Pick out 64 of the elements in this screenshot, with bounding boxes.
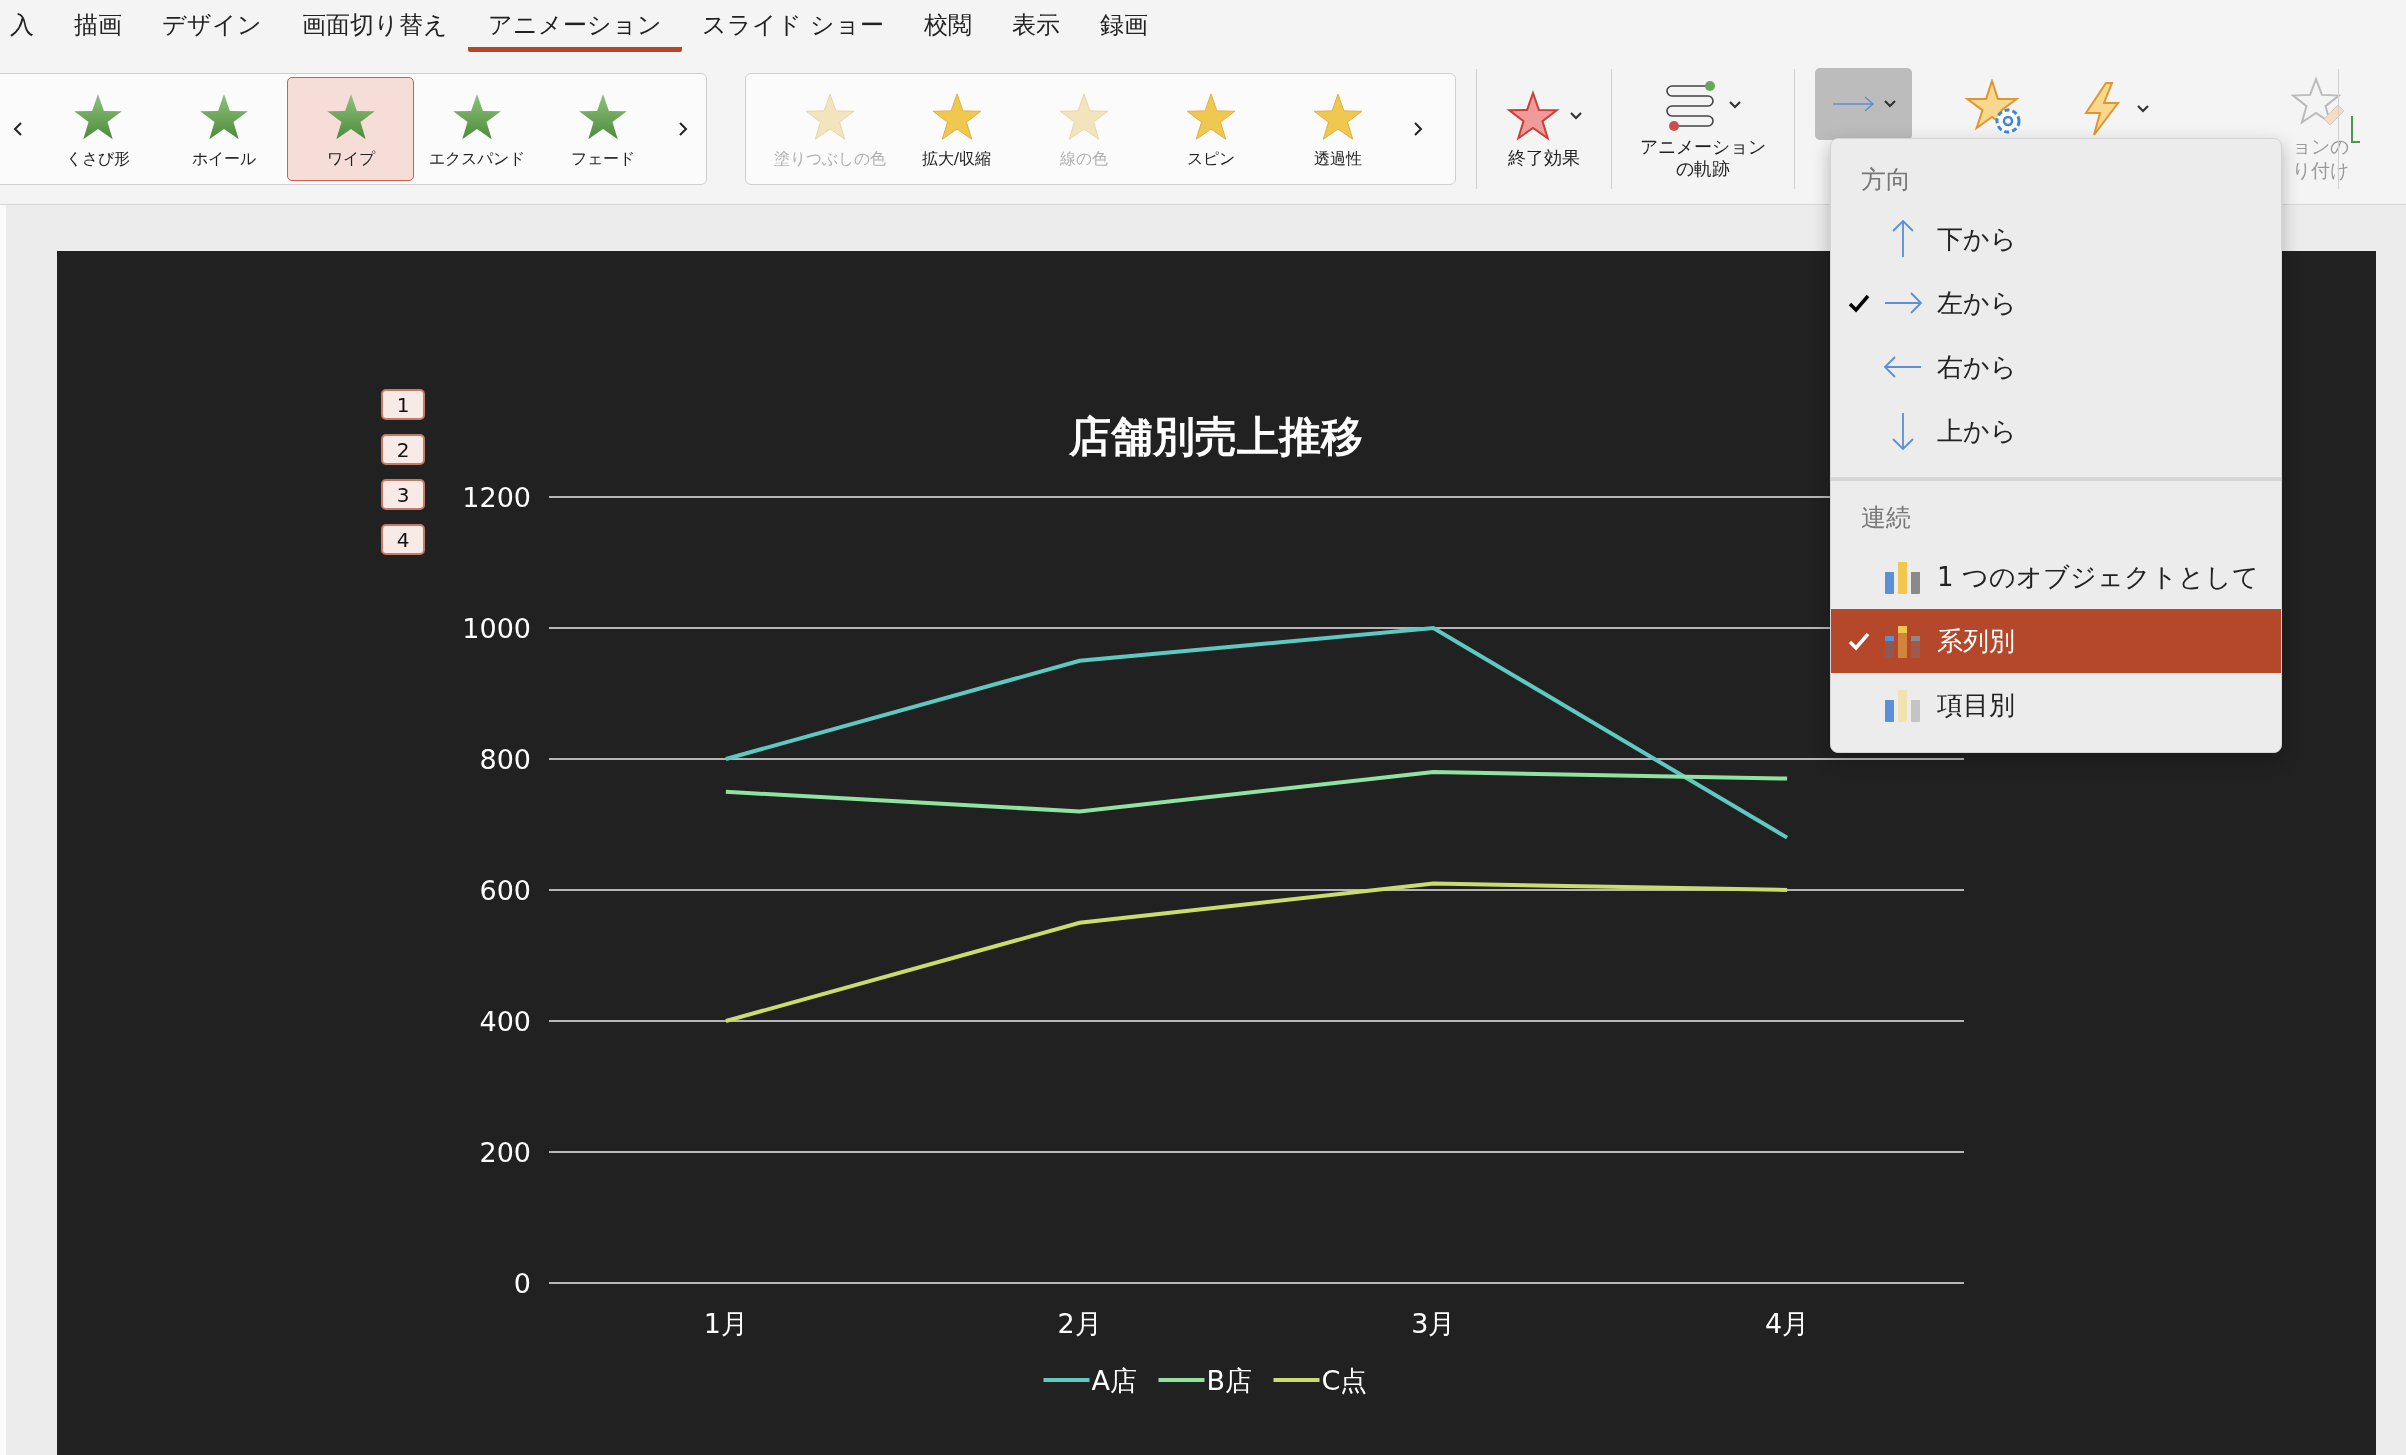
effect-gallery-item[interactable]: スピン xyxy=(1147,77,1274,181)
axis-label: 1月 xyxy=(703,1308,748,1339)
bar-chart-icon xyxy=(1883,624,1923,658)
legend-item: C点 xyxy=(1273,1365,1368,1396)
axis-label: 1200 xyxy=(462,482,531,513)
effect-gallery-item[interactable]: ホイール xyxy=(161,77,288,181)
ribbon-tab[interactable]: 録画 xyxy=(1079,0,1168,52)
axis-label: 400 xyxy=(479,1006,531,1037)
chevron-left-icon xyxy=(12,121,23,137)
ribbon-tab[interactable]: 画面切り替え xyxy=(282,0,468,52)
arrow-right-icon xyxy=(1830,94,1877,114)
ribbon-tab[interactable]: スライド ショー xyxy=(682,0,904,52)
chart-title: 店舗別売上推移 xyxy=(1069,412,1363,461)
axis-label: 4月 xyxy=(1765,1308,1810,1339)
menu-section-heading: 方向 xyxy=(1860,164,1912,196)
chevron-icon xyxy=(1728,99,1742,110)
menu-item[interactable]: 下から xyxy=(1831,207,2281,271)
ribbon-tab[interactable]: アニメーション xyxy=(468,0,682,52)
effect-options-button[interactable] xyxy=(1815,68,1912,140)
legend-label: B店 xyxy=(1206,1365,1253,1396)
animation-order-tag[interactable]: 2 xyxy=(381,434,425,465)
axis-label: 2月 xyxy=(1057,1308,1102,1339)
effect-gallery-item[interactable]: フェード xyxy=(539,77,667,181)
chevron-icon[interactable] xyxy=(2136,104,2150,114)
effect-gallery-item[interactable]: 拡大/収縮 xyxy=(893,77,1020,181)
legend-item: B店 xyxy=(1158,1365,1253,1396)
axis-label: 3月 xyxy=(1411,1308,1456,1339)
legend-label: C点 xyxy=(1321,1365,1368,1396)
star-icon xyxy=(1505,88,1561,143)
animation-order-tag[interactable]: 4 xyxy=(381,524,425,555)
menu-item[interactable]: 右から xyxy=(1831,335,2281,399)
motion-path-button[interactable]: アニメーション の軌跡 xyxy=(1632,77,1774,181)
axis-label: 800 xyxy=(479,744,531,775)
menu-item[interactable]: 1 つのオブジェクトとして xyxy=(1831,545,2281,609)
chevron-icon xyxy=(1569,110,1583,121)
axis-label: 600 xyxy=(479,875,531,906)
ribbon-tab[interactable]: 校閲 xyxy=(903,0,992,52)
legend-item: A店 xyxy=(1043,1365,1137,1396)
menu-item[interactable]: 項目別 xyxy=(1831,673,2281,737)
ribbon-tab[interactable]: 表示 xyxy=(991,0,1080,52)
effect-gallery-item[interactable]: 透過性 xyxy=(1274,77,1401,181)
animation-order-tag[interactable]: 3 xyxy=(381,479,425,510)
effect-gallery-item[interactable]: ワイプ xyxy=(287,77,414,181)
ribbon-tab[interactable]: 入 xyxy=(0,0,54,52)
axis-label: 0 xyxy=(513,1268,531,1299)
legend-label: A店 xyxy=(1091,1365,1137,1396)
animation-order-tag[interactable]: 1 xyxy=(381,389,425,420)
effect-gallery-item[interactable]: くさび形 xyxy=(34,77,162,181)
ribbon-tab[interactable]: デザイン xyxy=(142,0,282,52)
bar-chart-icon xyxy=(1883,688,1923,722)
exit-effect-button[interactable]: 終了効果 xyxy=(1497,88,1591,170)
chevron-right-icon xyxy=(678,121,689,137)
effect-gallery-item[interactable]: エクスパンド xyxy=(413,77,540,181)
bar-chart-icon xyxy=(1883,560,1923,594)
chevron-right-icon xyxy=(1413,121,1423,137)
axis-label: 1000 xyxy=(462,613,531,644)
bracket-icon[interactable] xyxy=(2351,114,2361,144)
chevron-icon xyxy=(1882,99,1897,109)
menu-section-heading: 連続 xyxy=(1860,502,1912,534)
axis-label: 200 xyxy=(479,1137,531,1168)
menu-item[interactable]: 上から xyxy=(1831,399,2281,463)
ribbon-tab[interactable]: 描画 xyxy=(54,0,142,52)
menu-item[interactable]: 左から xyxy=(1831,271,2281,335)
menu-item[interactable]: 系列別 xyxy=(1831,609,2281,673)
